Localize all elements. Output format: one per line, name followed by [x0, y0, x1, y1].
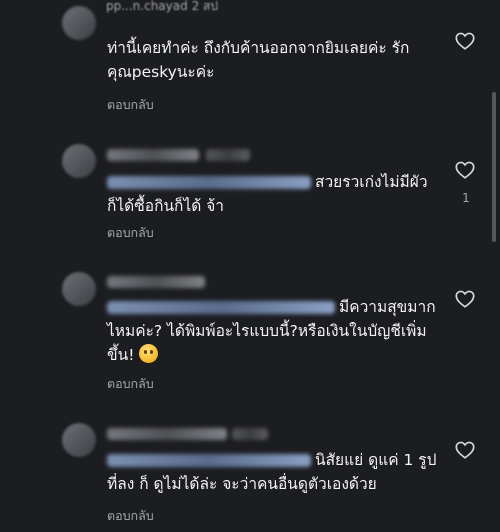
heart-outline-icon[interactable] [454, 30, 476, 52]
mention-link[interactable] [107, 454, 311, 467]
scrollbar[interactable] [492, 92, 496, 242]
comment-time: 2 สป [191, 0, 218, 13]
reply-button[interactable]: ตอบกลับ [107, 506, 154, 526]
avatar[interactable] [62, 144, 96, 178]
comment-text: สวยรวเก่งไม่มีผัวก็ได้ซื้อกินก็ได้ จ้า [107, 170, 440, 218]
avatar[interactable] [62, 272, 96, 306]
comment-username-extra [232, 428, 268, 440]
comment-username[interactable]: pp...n.chayad 2 สป [106, 0, 218, 16]
thinking-face-icon [139, 344, 159, 363]
reply-button[interactable]: ตอบกลับ [107, 95, 154, 115]
username-text[interactable]: pp...n.chayad [106, 0, 188, 13]
heart-outline-icon[interactable] [454, 159, 476, 181]
heart-outline-icon[interactable] [454, 288, 476, 310]
comment-text: ท่านี้เคยทำค่ะ ถึงกับค้านออกจากยิมเลยค่ะ… [107, 39, 410, 81]
comment-username[interactable] [107, 276, 205, 288]
reply-button[interactable]: ตอบกลับ [107, 223, 154, 243]
mention-link[interactable] [107, 176, 311, 189]
comment-username-extra [206, 149, 250, 161]
comment-text: มีความสุขมากไหมค่ะ? ได้พิมพ์อะไรแบบนี้?ห… [107, 295, 440, 367]
mention-link[interactable] [107, 301, 335, 314]
comment-text: นิสัยแย่ ดูแค่ 1 รูป ที่ลง ก็ ดูไม่ได้ล่… [107, 448, 440, 496]
reply-button[interactable]: ตอบกลับ [107, 374, 154, 394]
like-count: 1 [462, 191, 470, 205]
heart-outline-icon[interactable] [454, 439, 476, 461]
avatar[interactable] [62, 6, 96, 40]
comment-username[interactable] [107, 149, 199, 161]
comment-username[interactable] [107, 428, 227, 440]
avatar[interactable] [62, 423, 96, 457]
